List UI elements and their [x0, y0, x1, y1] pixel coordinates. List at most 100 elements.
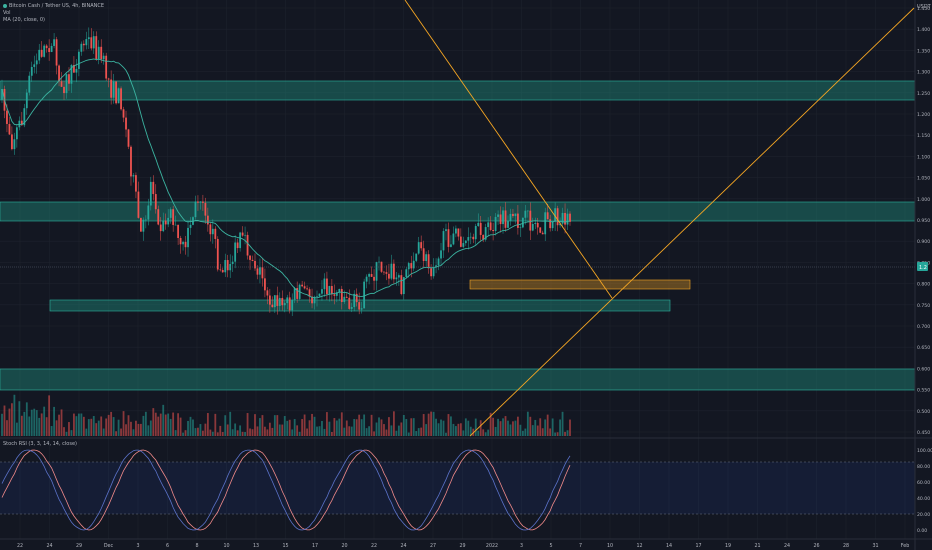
candle-body[interactable]	[353, 293, 356, 308]
candle-body[interactable]	[328, 286, 331, 295]
stoch-legend[interactable]: Stoch RSI (3, 3, 14, 14, close)	[3, 441, 77, 447]
candle-body[interactable]	[172, 209, 175, 225]
candle-body[interactable]	[25, 92, 28, 109]
candle-body[interactable]	[534, 222, 537, 224]
candle-body[interactable]	[469, 236, 472, 238]
candle-body[interactable]	[383, 271, 385, 273]
candle-body[interactable]	[529, 210, 532, 231]
candle-body[interactable]	[75, 68, 78, 73]
candle-body[interactable]	[177, 224, 180, 239]
candle-body[interactable]	[390, 263, 393, 279]
candle-body[interactable]	[318, 293, 321, 297]
zone-rect[interactable]	[0, 368, 916, 391]
candle-body[interactable]	[489, 222, 492, 230]
candle-body[interactable]	[28, 75, 31, 93]
candle-body[interactable]	[450, 244, 452, 247]
candle-body[interactable]	[455, 228, 457, 234]
candle-body[interactable]	[417, 242, 420, 254]
candle-body[interactable]	[400, 275, 403, 295]
candle-body[interactable]	[512, 213, 514, 217]
candle-body[interactable]	[202, 201, 204, 203]
candle-body[interactable]	[360, 308, 363, 310]
zone-rect[interactable]	[469, 279, 691, 290]
candle-body[interactable]	[236, 242, 239, 249]
candle-body[interactable]	[221, 270, 224, 273]
candle-body[interactable]	[92, 36, 95, 49]
candle-body[interactable]	[115, 81, 117, 104]
candle-body[interactable]	[286, 297, 289, 304]
candle-body[interactable]	[494, 216, 497, 232]
candle-body[interactable]	[11, 134, 13, 150]
candle-body[interactable]	[211, 228, 214, 235]
candle-body[interactable]	[154, 194, 157, 210]
candle-body[interactable]	[487, 222, 490, 228]
candle-body[interactable]	[472, 236, 475, 240]
candle-body[interactable]	[407, 263, 410, 270]
candle-body[interactable]	[330, 286, 333, 295]
candle-body[interactable]	[204, 202, 207, 216]
candle-body[interactable]	[105, 55, 108, 79]
candle-body[interactable]	[219, 269, 222, 271]
candle-body[interactable]	[323, 278, 326, 290]
candle-body[interactable]	[50, 45, 53, 52]
candle-body[interactable]	[392, 263, 395, 280]
candle-body[interactable]	[385, 272, 388, 274]
candle-body[interactable]	[130, 146, 132, 177]
ma-legend[interactable]: MA (20, close, 0)	[3, 17, 104, 24]
candle-body[interactable]	[281, 297, 284, 306]
candle-body[interactable]	[142, 219, 145, 232]
candle-body[interactable]	[152, 181, 155, 195]
candle-body[interactable]	[410, 263, 413, 269]
candle-body[interactable]	[246, 234, 249, 256]
candle-body[interactable]	[169, 209, 172, 218]
candle-body[interactable]	[291, 299, 294, 311]
candle-body[interactable]	[122, 109, 125, 118]
zone-rect[interactable]	[0, 201, 916, 222]
candle-body[interactable]	[365, 276, 368, 282]
candle-body[interactable]	[85, 39, 88, 46]
price-axis[interactable]: 1.450 1.400 1.350 1.300 1.250 1.200 1.150 1.100…	[917, 6, 930, 436]
candle-body[interactable]	[271, 304, 274, 308]
candle-body[interactable]	[378, 261, 380, 263]
candle-body[interactable]	[348, 297, 351, 309]
candle-body[interactable]	[30, 66, 33, 76]
candle-body[interactable]	[427, 254, 430, 269]
candle-body[interactable]	[261, 267, 264, 279]
candle-body[interactable]	[551, 221, 554, 229]
candle-body[interactable]	[8, 123, 11, 135]
candle-body[interactable]	[117, 88, 120, 104]
candle-body[interactable]	[45, 45, 48, 49]
candle-body[interactable]	[63, 86, 65, 94]
candle-body[interactable]	[569, 213, 571, 222]
candle-body[interactable]	[437, 258, 440, 266]
candle-body[interactable]	[174, 224, 177, 226]
candle-body[interactable]	[184, 241, 187, 248]
candle-body[interactable]	[388, 273, 390, 279]
candle-body[interactable]	[254, 260, 256, 269]
candle-body[interactable]	[38, 49, 41, 61]
candle-body[interactable]	[110, 79, 113, 98]
candle-body[interactable]	[477, 222, 480, 227]
candle-body[interactable]	[224, 260, 227, 273]
candle-body[interactable]	[239, 232, 242, 249]
candle-body[interactable]	[231, 261, 234, 265]
symbol-title[interactable]: Bitcoin Cash / Tether US, 4h, BINANCE	[3, 3, 104, 10]
candle-body[interactable]	[541, 232, 544, 235]
candle-body[interactable]	[479, 222, 482, 235]
candle-body[interactable]	[53, 39, 55, 46]
candle-body[interactable]	[206, 215, 209, 225]
candle-body[interactable]	[368, 274, 370, 277]
candle-body[interactable]	[507, 220, 509, 228]
candle-body[interactable]	[58, 65, 60, 82]
candle-body[interactable]	[564, 212, 566, 225]
candle-body[interactable]	[474, 226, 477, 240]
candle-body[interactable]	[97, 46, 100, 59]
candle-body[interactable]	[135, 175, 137, 192]
candle-body[interactable]	[373, 276, 375, 281]
candle-body[interactable]	[452, 233, 455, 245]
candle-body[interactable]	[264, 278, 266, 291]
candle-body[interactable]	[182, 241, 184, 245]
candle-body[interactable]	[132, 175, 135, 177]
candle-body[interactable]	[358, 302, 361, 310]
trend-line-descending[interactable]	[404, 0, 613, 299]
